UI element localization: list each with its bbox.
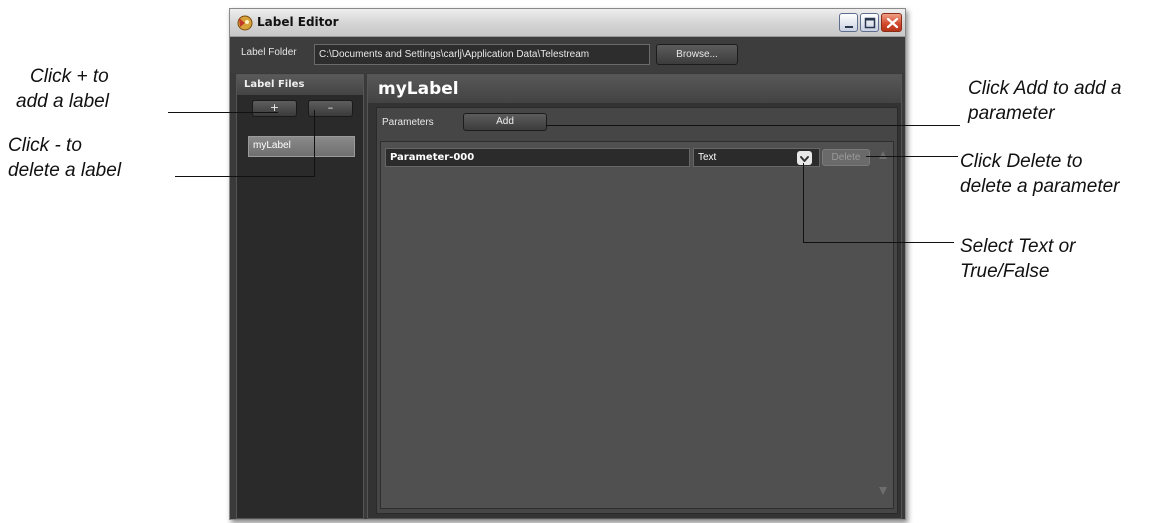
label-detail-panel: myLabel Parameters Add Parameter-000 Tex… — [367, 74, 902, 519]
callout-add-label-line2: add a label — [16, 91, 109, 112]
label-files-header: Label Files — [237, 75, 363, 95]
callout-add-parameter-line1: Click Add to add a — [968, 78, 1122, 99]
close-icon — [886, 17, 899, 29]
callout-delete-label-line2: delete a label — [8, 160, 122, 181]
callout-add-label-line1: Click + to — [30, 66, 109, 87]
label-editor-window: Label Editor Label Folder C:\Documents a… — [229, 8, 906, 520]
parameter-name-field[interactable]: Parameter-000 — [385, 148, 690, 167]
callout-delete-label: Click - to delete a label — [8, 133, 121, 183]
callout-delete-parameter-line2: delete a parameter — [960, 176, 1120, 197]
scroll-down-arrow-icon[interactable] — [878, 486, 888, 496]
maximize-button[interactable] — [860, 13, 879, 32]
parameters-label: Parameters — [382, 117, 434, 128]
title-bar[interactable]: Label Editor — [230, 9, 905, 37]
parameters-section: Parameters Add Parameter-000 Text Delete — [376, 107, 898, 514]
leader-line-select-type-v — [803, 163, 804, 243]
window-title: Label Editor — [257, 15, 339, 29]
callout-add-parameter-line2: parameter — [968, 103, 1055, 124]
label-folder-label: Label Folder — [241, 47, 297, 58]
close-button[interactable] — [881, 13, 902, 32]
label-file-item[interactable]: myLabel — [248, 136, 355, 157]
label-editor-app-icon — [236, 14, 253, 31]
minimize-button[interactable] — [839, 13, 858, 32]
add-label-button[interactable]: + — [252, 100, 297, 117]
minimize-icon — [845, 26, 853, 28]
browse-button[interactable]: Browse... — [656, 44, 738, 65]
label-name-heading: myLabel — [368, 75, 901, 103]
leader-line-select-type-h — [803, 242, 954, 243]
callout-delete-parameter-line1: Click Delete to — [960, 151, 1083, 172]
delete-parameter-button[interactable]: Delete — [822, 149, 870, 166]
chevron-down-icon[interactable] — [797, 151, 812, 165]
callout-select-type-line2: True/False — [960, 261, 1050, 282]
label-folder-bar: Label Folder C:\Documents and Settings\c… — [230, 37, 905, 73]
label-folder-path-field[interactable]: C:\Documents and Settings\carlj\Applicat… — [314, 44, 650, 65]
callout-delete-parameter: Click Delete to delete a parameter — [960, 149, 1120, 199]
callout-add-label: Click + to add a label — [16, 64, 109, 114]
callout-add-parameter: Click Add to add a parameter — [968, 76, 1122, 126]
leader-line-delete-parameter — [866, 156, 958, 157]
add-parameter-button[interactable]: Add — [463, 113, 547, 131]
callout-select-type: Select Text or True/False — [960, 234, 1075, 284]
maximize-icon — [864, 17, 876, 29]
label-files-panel: Label Files + – myLabel — [236, 74, 364, 519]
callout-delete-label-line1: Click - to — [8, 135, 82, 156]
leader-line-add-label — [168, 112, 278, 113]
leader-line-delete-label-h — [175, 176, 315, 177]
parameters-list[interactable]: Parameter-000 Text Delete — [380, 141, 894, 509]
leader-line-delete-label-v — [314, 110, 315, 177]
leader-line-add-parameter — [546, 125, 960, 126]
callout-select-type-line1: Select Text or — [960, 236, 1076, 257]
scroll-up-arrow-icon[interactable] — [878, 150, 888, 160]
